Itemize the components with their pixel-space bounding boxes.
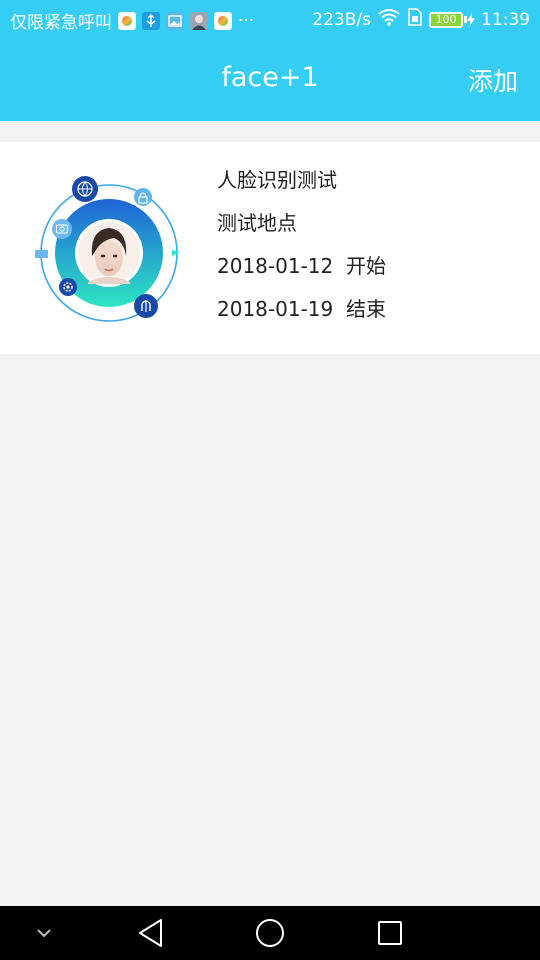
app-notification-icon — [118, 11, 136, 30]
card-title: 人脸识别测试 — [217, 168, 337, 192]
battery-shell: 100 — [429, 11, 463, 28]
card-end: 2018-01-19 结束 — [217, 295, 386, 338]
status-bar-left: 仅限紧急呼叫 ··· — [10, 8, 255, 34]
navigation-bar — [0, 906, 540, 960]
carrier-text: 仅限紧急呼叫 — [10, 13, 112, 33]
usb-icon — [142, 11, 160, 30]
recents-icon[interactable] — [365, 906, 415, 960]
image-icon — [166, 11, 184, 30]
charging-icon — [467, 12, 475, 27]
avatar-icon — [190, 11, 208, 30]
more-notifications-icon: ··· — [238, 10, 255, 31]
home-icon[interactable] — [245, 906, 295, 960]
end-date: 2018-01-19 — [217, 297, 334, 321]
wifi-icon — [377, 8, 401, 31]
battery-icon: 100 — [429, 11, 475, 28]
start-label: 开始 — [345, 254, 386, 278]
end-label: 结束 — [345, 297, 386, 321]
battery-level: 100 — [431, 13, 461, 26]
app-bar: face+1 添加 — [0, 38, 540, 121]
add-button[interactable]: 添加 — [468, 62, 518, 98]
card-start: 2018-01-12 开始 — [217, 252, 386, 295]
card-info: 人脸识别测试 测试地点 2018-01-12 开始 2018-01-19 结束 — [217, 166, 386, 338]
sim-icon — [407, 8, 423, 31]
net-speed: 223B/s — [312, 9, 371, 30]
list-item[interactable]: 人脸识别测试 测试地点 2018-01-12 开始 2018-01-19 结束 — [0, 142, 540, 354]
top-bar: 仅限紧急呼叫 ··· 223B/s 100 11:39 face+1 添加 — [0, 0, 540, 121]
back-icon[interactable] — [126, 906, 176, 960]
app-notification-icon — [214, 11, 232, 30]
clock: 11:39 — [481, 9, 530, 30]
page-title: face+1 — [221, 62, 319, 93]
face-recognition-graphic — [28, 172, 190, 334]
status-bar-right: 223B/s 100 11:39 — [312, 8, 530, 31]
card-location: 测试地点 — [217, 211, 297, 235]
start-date: 2018-01-12 — [217, 254, 334, 278]
collapse-icon[interactable] — [24, 906, 64, 960]
status-bar: 仅限紧急呼叫 ··· 223B/s 100 11:39 — [0, 0, 540, 38]
